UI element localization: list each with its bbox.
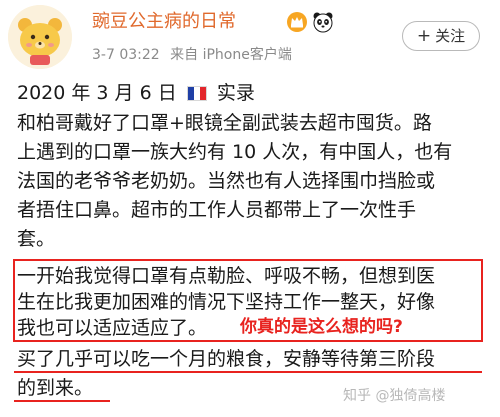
cartoon-bear-avatar-icon (8, 5, 72, 69)
paragraph-line: 买了几乎可以吃一个月的粮食，安静等待第三阶段 (17, 348, 436, 370)
paragraph-line: 法国的老爷爷老奶奶。当然也有人选择围巾挡脸或 (17, 170, 436, 192)
paragraph-line: 一开始我觉得口罩有点勒脸、呼吸不畅，但想到医 (17, 265, 436, 287)
username[interactable]: 豌豆公主病的日常 (92, 10, 236, 34)
date-text: 2020 年 3 月 6 日 (17, 82, 177, 104)
paragraph-line: 和柏哥戴好了口罩+眼镜全副武装去超市囤货。路 (17, 112, 432, 134)
paragraph-line: 者捂住口鼻。超市的工作人员都带上了一次性手 (17, 199, 417, 221)
annotation-underline (14, 371, 482, 373)
crown-badge-icon (287, 12, 307, 32)
follow-button[interactable]: + 关注 (402, 21, 480, 51)
post-source: 来自 iPhone客户端 (170, 47, 292, 63)
panda-icon (313, 12, 333, 33)
watermark: 知乎 @独倚高楼 (343, 388, 446, 404)
date-line: 2020 年 3 月 6 日 实录 (17, 80, 255, 106)
post-time: 3-7 03:22 (92, 47, 160, 63)
france-flag-icon (186, 86, 207, 101)
paragraph-line: 套。 (17, 228, 56, 250)
plus-icon: + (416, 26, 432, 46)
follow-label: 关注 (435, 27, 466, 45)
post-meta: 3-7 03:22 来自 iPhone客户端 (92, 46, 292, 64)
date-suffix: 实录 (216, 82, 255, 104)
avatar[interactable] (8, 5, 72, 69)
annotation-comment: 你真的是这么想的吗? (240, 317, 403, 337)
paragraph-1: 和柏哥戴好了口罩+眼镜全副武装去超市囤货。路 上遇到的口罩一族大约有 10 人次… (17, 110, 452, 252)
name-badges (286, 11, 334, 33)
weibo-post-screenshot: 豌豆公主病的日常 3-7 03:22 来自 iPhone客户端 + 关注 2020… (0, 0, 500, 417)
paragraph-line: 上遇到的口罩一族大约有 10 人次，有中国人，也有 (17, 141, 453, 163)
annotation-underline (14, 400, 110, 402)
paragraph-line: 生在比我更加困难的情况下坚持工作一整天，好像 (17, 291, 436, 313)
